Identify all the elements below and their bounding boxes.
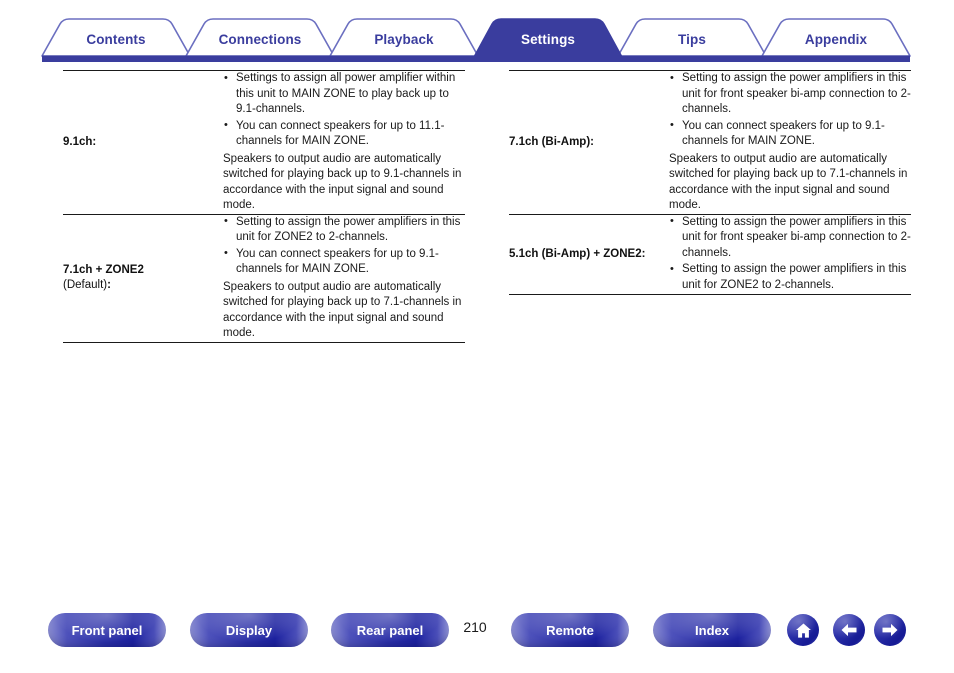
row-key: 9.1ch: <box>63 71 223 215</box>
home-icon <box>794 621 813 640</box>
table-row: 9.1ch: Settings to assign all power ampl… <box>63 70 465 215</box>
row-value: Settings to assign all power amplifier w… <box>223 71 465 215</box>
page-number: 210 <box>463 619 487 635</box>
arrow-right-icon <box>880 620 900 640</box>
tab-tips[interactable]: Tips <box>639 32 745 47</box>
bullet-list: Setting to assign the power amplifiers i… <box>669 214 911 294</box>
tab-playback[interactable]: Playback <box>351 32 457 47</box>
remote-button[interactable]: Remote <box>511 613 629 647</box>
row-key: 7.1ch + ZONE2 (Default): <box>63 214 223 342</box>
row-note: Speakers to output audio are automatical… <box>669 152 908 212</box>
bullet-list: Settings to assign all power amplifier w… <box>223 71 465 150</box>
index-button[interactable]: Index <box>653 613 771 647</box>
row-note: Speakers to output audio are automatical… <box>223 280 462 340</box>
left-column: 9.1ch: Settings to assign all power ampl… <box>63 70 465 343</box>
row-key-label: 7.1ch + ZONE2 <box>63 263 144 276</box>
arrow-left-icon <box>839 620 859 640</box>
list-item: You can connect speakers for up to 9.1-c… <box>669 118 911 150</box>
tab-contents[interactable]: Contents <box>63 32 169 47</box>
list-item: You can connect speakers for up to 11.1-… <box>223 118 465 150</box>
tab-settings[interactable]: Settings <box>495 32 601 47</box>
amp-assign-table-left: 9.1ch: Settings to assign all power ampl… <box>63 70 465 343</box>
tab-bar: Contents Connections Playback Settings T… <box>0 0 954 70</box>
row-key: 7.1ch (Bi-Amp): <box>509 71 669 215</box>
list-item: Settings to assign all power amplifier w… <box>223 71 465 118</box>
tab-connections[interactable]: Connections <box>207 32 313 47</box>
row-value: Setting to assign the power amplifiers i… <box>223 214 465 342</box>
footer-nav: Front panel Display Rear panel 210 Remot… <box>0 613 954 673</box>
home-icon-button[interactable] <box>787 614 819 646</box>
bullet-list: Setting to assign the power amplifiers i… <box>669 71 911 150</box>
list-item: Setting to assign the power amplifiers i… <box>669 214 911 262</box>
row-value: Setting to assign the power amplifiers i… <box>669 71 911 215</box>
list-item: Setting to assign the power amplifiers i… <box>223 214 465 246</box>
row-key-sublabel: (Default): <box>63 279 111 291</box>
right-column: 7.1ch (Bi-Amp): Setting to assign the po… <box>509 70 911 295</box>
back-arrow-button[interactable] <box>833 614 865 646</box>
list-item: Setting to assign the power amplifiers i… <box>669 71 911 118</box>
forward-arrow-button[interactable] <box>874 614 906 646</box>
row-key-label: 7.1ch (Bi-Amp): <box>509 135 594 148</box>
list-item: You can connect speakers for up to 9.1-c… <box>223 246 465 278</box>
row-key-label: 5.1ch (Bi-Amp) + ZONE2: <box>509 247 646 260</box>
list-item: Setting to assign the power amplifiers i… <box>669 262 911 293</box>
rear-panel-button[interactable]: Rear panel <box>331 613 449 647</box>
bullet-list: Setting to assign the power amplifiers i… <box>223 214 465 278</box>
row-key: 5.1ch (Bi-Amp) + ZONE2: <box>509 214 669 295</box>
front-panel-button[interactable]: Front panel <box>48 613 166 647</box>
amp-assign-table-right: 7.1ch (Bi-Amp): Setting to assign the po… <box>509 70 911 295</box>
table-row: 7.1ch + ZONE2 (Default): Setting to assi… <box>63 214 465 342</box>
row-value: Setting to assign the power amplifiers i… <box>669 214 911 295</box>
row-key-label: 9.1ch: <box>63 135 97 148</box>
table-row: 5.1ch (Bi-Amp) + ZONE2: Setting to assig… <box>509 214 911 295</box>
display-button[interactable]: Display <box>190 613 308 647</box>
tab-appendix[interactable]: Appendix <box>783 32 889 47</box>
row-note: Speakers to output audio are automatical… <box>223 152 462 212</box>
table-row: 7.1ch (Bi-Amp): Setting to assign the po… <box>509 70 911 215</box>
tab-bar-underline <box>42 55 910 62</box>
